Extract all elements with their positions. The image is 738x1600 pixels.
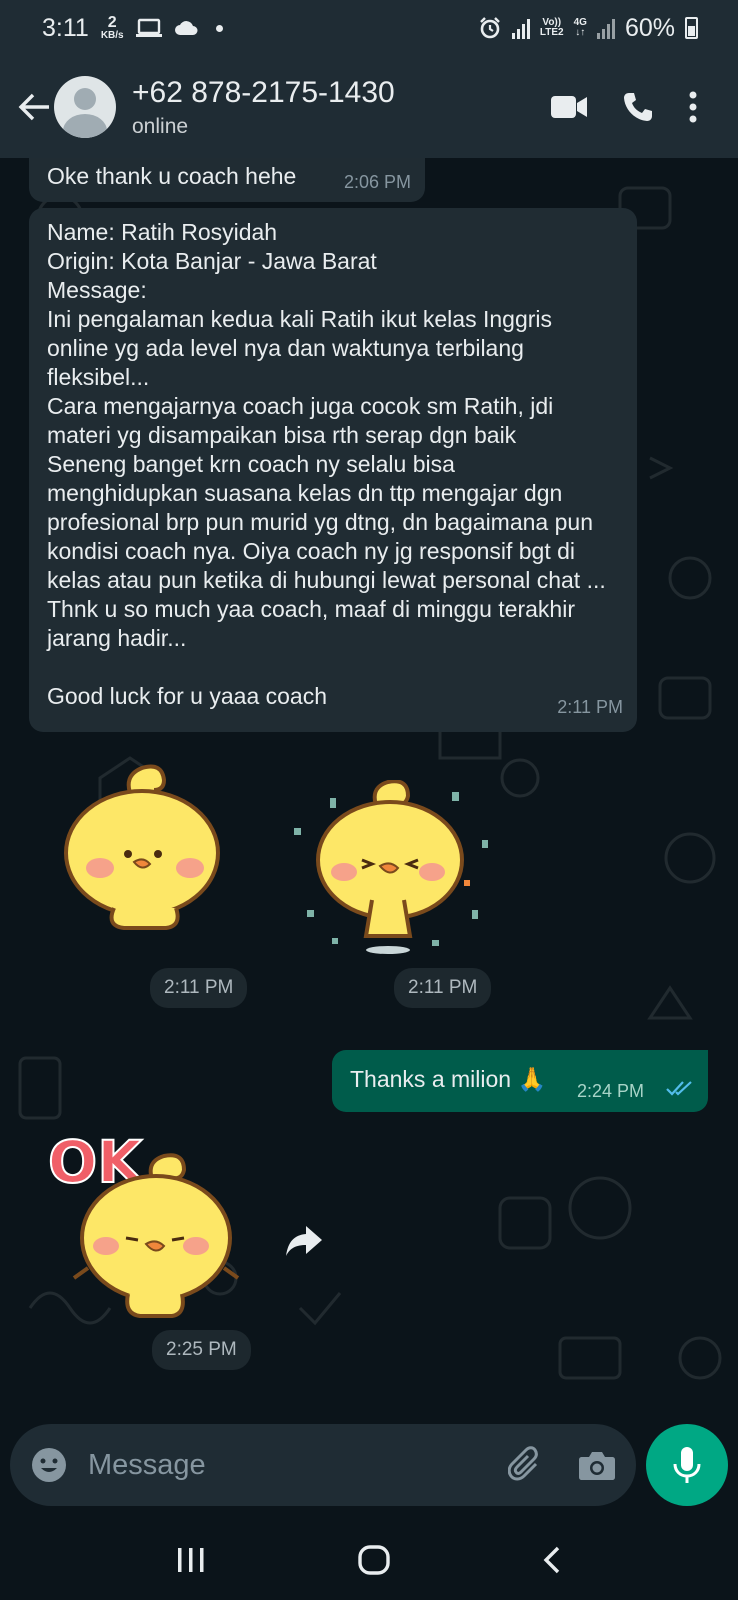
message-bubble-incoming[interactable]: Name: Ratih Rosyidah Origin: Kota Banjar… <box>29 208 637 732</box>
more-vertical-icon[interactable] <box>688 91 698 123</box>
network-speed: 2 KB/s <box>100 14 124 41</box>
chat-header: +62 878-2175-1430 online <box>0 56 738 158</box>
contact-status: online <box>132 115 189 138</box>
home-icon[interactable] <box>358 1545 390 1575</box>
video-call-icon[interactable] <box>550 94 588 120</box>
contact-info[interactable]: +62 878-2175-1430 online <box>132 75 395 139</box>
laptop-icon <box>135 18 162 37</box>
sticker-time: 2:25 PM <box>152 1330 251 1370</box>
cloud-icon <box>174 21 198 35</box>
sticker-chick-celebrating[interactable] <box>282 780 502 960</box>
arrow-left-icon <box>18 93 49 121</box>
sticker-time: 2:11 PM <box>394 968 492 1008</box>
message-time: 2:24 PM <box>577 1081 645 1101</box>
contact-name: +62 878-2175-1430 <box>132 76 395 109</box>
camera-icon[interactable] <box>578 1449 616 1481</box>
back-nav-icon[interactable] <box>542 1545 562 1575</box>
emoji-icon[interactable] <box>30 1446 68 1484</box>
double-check-blue-icon <box>666 1081 692 1096</box>
forward-icon[interactable] <box>284 1224 324 1258</box>
message-bubble-incoming[interactable]: Oke thank u coach hehe 2:06 PM <box>29 158 425 202</box>
message-time: 2:06 PM <box>343 172 411 192</box>
paperclip-icon[interactable] <box>508 1446 542 1484</box>
avatar[interactable] <box>54 76 116 138</box>
status-time: 3:11 <box>42 13 89 42</box>
network-type: 4G ↓↑ <box>573 17 587 38</box>
signal-icon <box>511 17 530 39</box>
message-input[interactable]: Message <box>88 1449 206 1482</box>
recent-apps-icon[interactable] <box>176 1546 206 1574</box>
microphone-button[interactable] <box>646 1424 728 1506</box>
sticker-time: 2:11 PM <box>150 968 248 1008</box>
signal-icon-2 <box>596 17 615 39</box>
chat-area[interactable]: Oke thank u coach hehe 2:06 PM Name: Rat… <box>0 158 738 1426</box>
message-bubble-outgoing[interactable]: Thanks a milion 🙏 2:24 PM <box>332 1050 708 1112</box>
phone-icon[interactable] <box>622 91 654 123</box>
notification-dot <box>215 24 223 32</box>
message-input-bar[interactable]: Message <box>10 1424 636 1506</box>
battery-icon <box>685 17 698 39</box>
sticker-chick-ok[interactable]: OK <box>44 1128 250 1328</box>
message-time: 2:11 PM <box>557 697 623 717</box>
battery-percent: 60% <box>624 13 675 42</box>
sticker-chick-standing[interactable] <box>62 758 228 936</box>
volte-indicator: Vo)) LTE2 <box>539 17 564 38</box>
microphone-icon <box>673 1447 701 1483</box>
status-bar: 3:11 2 KB/s Vo)) LTE2 4G ↓↑ 60% <box>0 0 738 56</box>
system-nav-bar <box>0 1520 738 1600</box>
alarm-icon <box>480 17 500 39</box>
